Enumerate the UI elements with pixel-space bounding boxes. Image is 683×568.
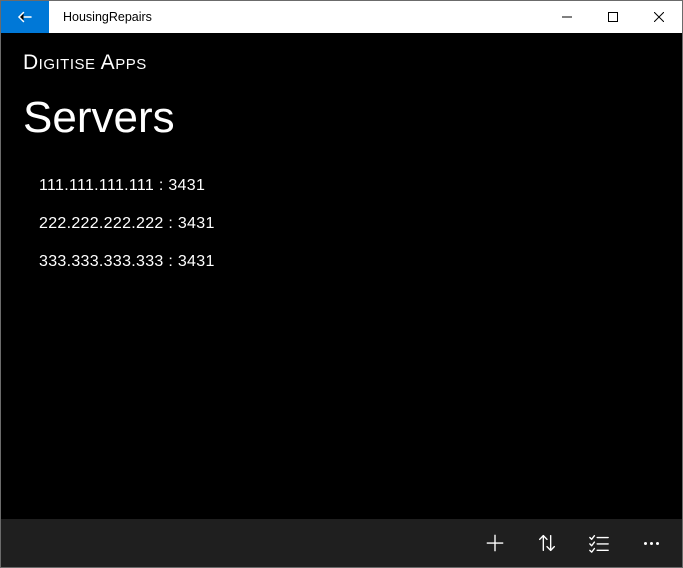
list-item[interactable]: 333.333.333.333 : 3431: [39, 243, 682, 281]
close-button[interactable]: [636, 1, 682, 33]
app-body: Digitise Apps Servers 111.111.111.111 : …: [1, 33, 682, 567]
page-title: Servers: [1, 75, 682, 157]
back-arrow-icon: [16, 8, 34, 26]
more-ellipsis-icon: [644, 542, 659, 545]
app-bar: [1, 519, 682, 567]
maximize-icon: [608, 12, 618, 22]
minimize-icon: [562, 12, 572, 22]
more-button[interactable]: [626, 519, 676, 567]
titlebar: HousingRepairs: [1, 1, 682, 33]
titlebar-spacer: [166, 1, 544, 33]
maximize-button[interactable]: [590, 1, 636, 33]
plus-icon: [484, 532, 506, 554]
sort-arrows-icon: [536, 532, 558, 554]
server-list: 111.111.111.111 : 3431 222.222.222.222 :…: [1, 157, 682, 281]
add-button[interactable]: [470, 519, 520, 567]
content-spacer: [1, 281, 682, 519]
window-title: HousingRepairs: [49, 1, 166, 33]
list-item[interactable]: 222.222.222.222 : 3431: [39, 205, 682, 243]
brand-label: Digitise Apps: [1, 33, 682, 75]
list-item[interactable]: 111.111.111.111 : 3431: [39, 167, 682, 205]
checklist-button[interactable]: [574, 519, 624, 567]
close-icon: [654, 12, 664, 22]
minimize-button[interactable]: [544, 1, 590, 33]
back-button[interactable]: [1, 1, 49, 33]
window-controls: [544, 1, 682, 33]
sort-button[interactable]: [522, 519, 572, 567]
app-window: HousingRepairs Digitise Apps: [0, 0, 683, 568]
checklist-icon: [588, 532, 610, 554]
